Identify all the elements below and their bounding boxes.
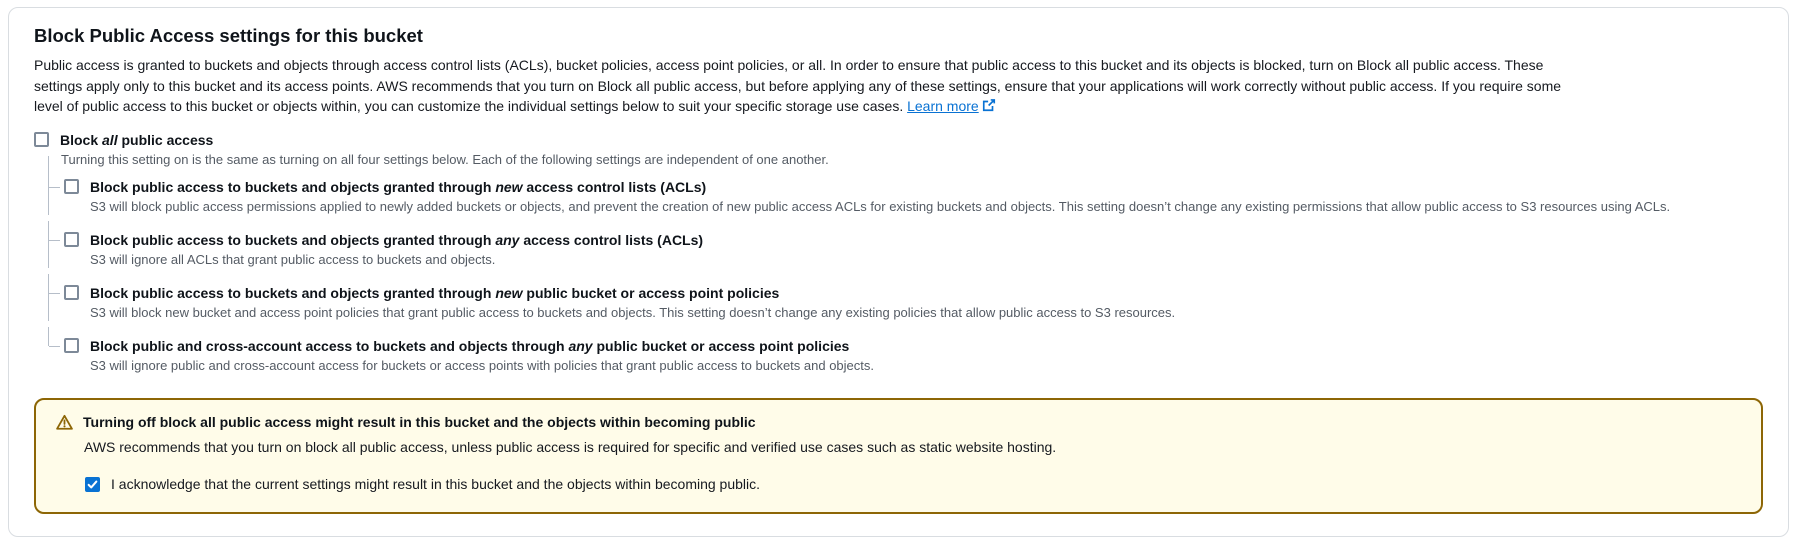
setting-description: S3 will block public access permissions … xyxy=(90,199,1763,215)
public-access-warning-alert: Turning off block all public access migh… xyxy=(34,398,1763,514)
acknowledge-checkbox[interactable] xyxy=(85,477,100,492)
setting-label: Block public access to buckets and objec… xyxy=(90,231,703,249)
acknowledge-row: I acknowledge that the current settings … xyxy=(85,476,1741,493)
setting-description: S3 will block new bucket and access poin… xyxy=(90,305,1763,321)
setting-description: S3 will ignore public and cross-account … xyxy=(90,358,1763,374)
warning-body: AWS recommends that you turn on block al… xyxy=(84,438,1741,457)
block-new-acls-checkbox[interactable] xyxy=(64,179,79,194)
warning-icon xyxy=(56,414,73,434)
block-cross-account-checkbox[interactable] xyxy=(64,338,79,353)
panel-description: Public access is granted to buckets and … xyxy=(34,55,1562,118)
bpa-setting-row-new-acls: Block public access to buckets and objec… xyxy=(48,168,1763,215)
bpa-setting-row-new-policies: Block public access to buckets and objec… xyxy=(48,274,1763,321)
block-all-description: Turning this setting on is the same as t… xyxy=(48,152,1763,168)
block-any-acls-checkbox[interactable] xyxy=(64,232,79,247)
warning-title: Turning off block all public access migh… xyxy=(83,413,756,432)
external-link-icon xyxy=(982,97,996,118)
setting-description: S3 will ignore all ACLs that grant publi… xyxy=(90,252,1763,268)
bpa-settings-tree: Turning this setting on is the same as t… xyxy=(48,152,1763,374)
panel-title: Block Public Access settings for this bu… xyxy=(34,25,1763,47)
setting-label: Block public access to buckets and objec… xyxy=(90,178,706,196)
acknowledge-label: I acknowledge that the current settings … xyxy=(111,476,760,493)
setting-label: Block public access to buckets and objec… xyxy=(90,284,779,302)
learn-more-link[interactable]: Learn more xyxy=(907,98,996,114)
block-new-policies-checkbox[interactable] xyxy=(64,285,79,300)
bpa-setting-row-any-acls: Block public access to buckets and objec… xyxy=(48,221,1763,268)
panel-description-text: Public access is granted to buckets and … xyxy=(34,57,1561,114)
block-all-public-access-setting: Block all public access Turning this set… xyxy=(34,131,1763,374)
block-all-public-access-checkbox[interactable] xyxy=(34,132,49,147)
bpa-setting-row-any-policies: Block public and cross-account access to… xyxy=(48,327,1763,374)
block-public-access-panel: Block Public Access settings for this bu… xyxy=(8,7,1789,537)
block-all-public-access-label: Block all public access xyxy=(60,131,213,149)
setting-label: Block public and cross-account access to… xyxy=(90,337,849,355)
